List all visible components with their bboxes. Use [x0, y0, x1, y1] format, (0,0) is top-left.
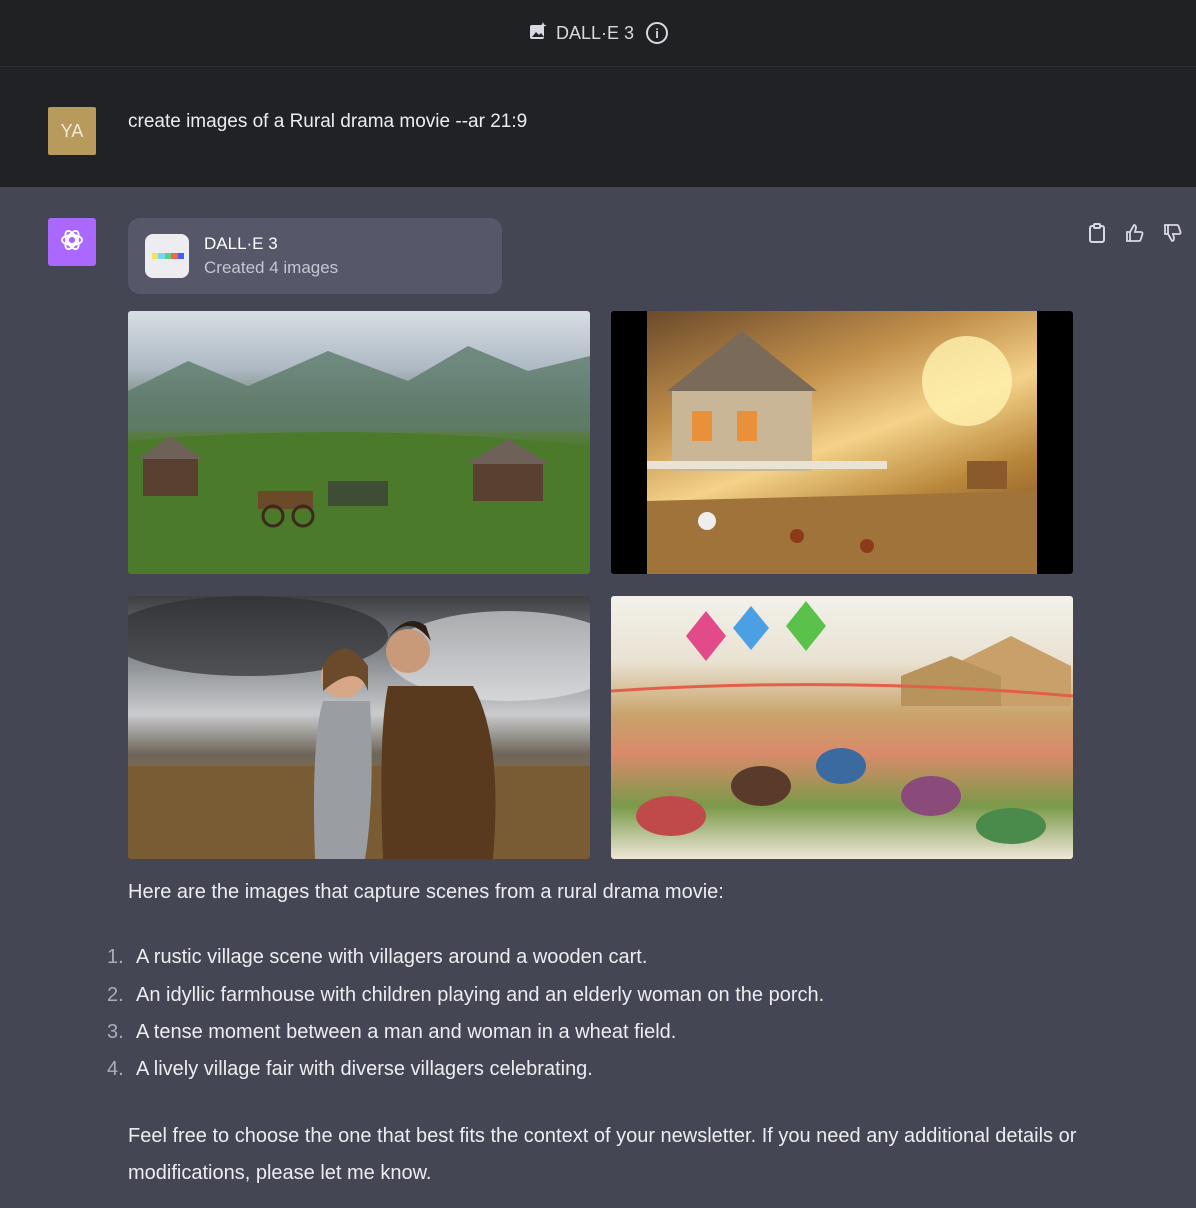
- list-item: 1. A rustic village scene with villagers …: [107, 946, 647, 969]
- list-text: A lively village fair with diverse villa…: [136, 1058, 593, 1080]
- copy-icon[interactable]: [1086, 222, 1108, 244]
- list-number: 3.: [107, 1021, 124, 1043]
- generated-image-village-fair[interactable]: [611, 596, 1073, 859]
- list-text: A rustic village scene with villagers ar…: [136, 946, 648, 968]
- tool-status: Created 4 images: [204, 258, 339, 277]
- dalle-tool-card[interactable]: DALL·E 3 Created 4 images: [128, 218, 502, 294]
- generated-image-village[interactable]: [128, 311, 590, 574]
- model-selector[interactable]: DALL·E 3 i: [528, 21, 669, 46]
- list-text: An idyllic farmhouse with children playi…: [136, 984, 825, 1006]
- list-item: 3. A tense moment between a man and woman…: [107, 1021, 676, 1044]
- list-number: 1.: [107, 946, 124, 968]
- top-bar: DALL·E 3 i: [0, 0, 1196, 66]
- list-text: A tense moment between a man and woman i…: [136, 1021, 677, 1043]
- list-item: 2. An idyllic farmhouse with children pla…: [107, 984, 824, 1007]
- thumbs-down-icon[interactable]: [1162, 222, 1184, 244]
- image-sparkle-icon: [528, 21, 548, 46]
- list-number: 2.: [107, 984, 124, 1006]
- user-message-row: YA create images of a Rural drama movie …: [0, 66, 1196, 187]
- message-actions: [1086, 222, 1184, 244]
- info-icon[interactable]: i: [646, 22, 669, 44]
- generated-image-farmhouse[interactable]: [611, 311, 1073, 574]
- list-number: 4.: [107, 1058, 124, 1080]
- dalle-logo-icon: [145, 234, 189, 278]
- openai-logo-icon: [58, 226, 86, 259]
- generated-image-wheat-field[interactable]: [128, 596, 590, 859]
- user-message: create images of a Rural drama movie --a…: [128, 111, 528, 132]
- response-intro: Here are the images that capture scenes …: [128, 881, 724, 903]
- list-item: 4. A lively village fair with diverse vil…: [107, 1058, 593, 1081]
- model-name: DALL·E 3: [555, 22, 635, 43]
- response-closing: Feel free to choose the one that best fi…: [128, 1125, 1077, 1184]
- thumbs-up-icon[interactable]: [1124, 222, 1146, 244]
- tool-name: DALL·E 3: [204, 234, 278, 253]
- assistant-avatar: [48, 218, 96, 266]
- user-avatar: YA: [48, 107, 96, 155]
